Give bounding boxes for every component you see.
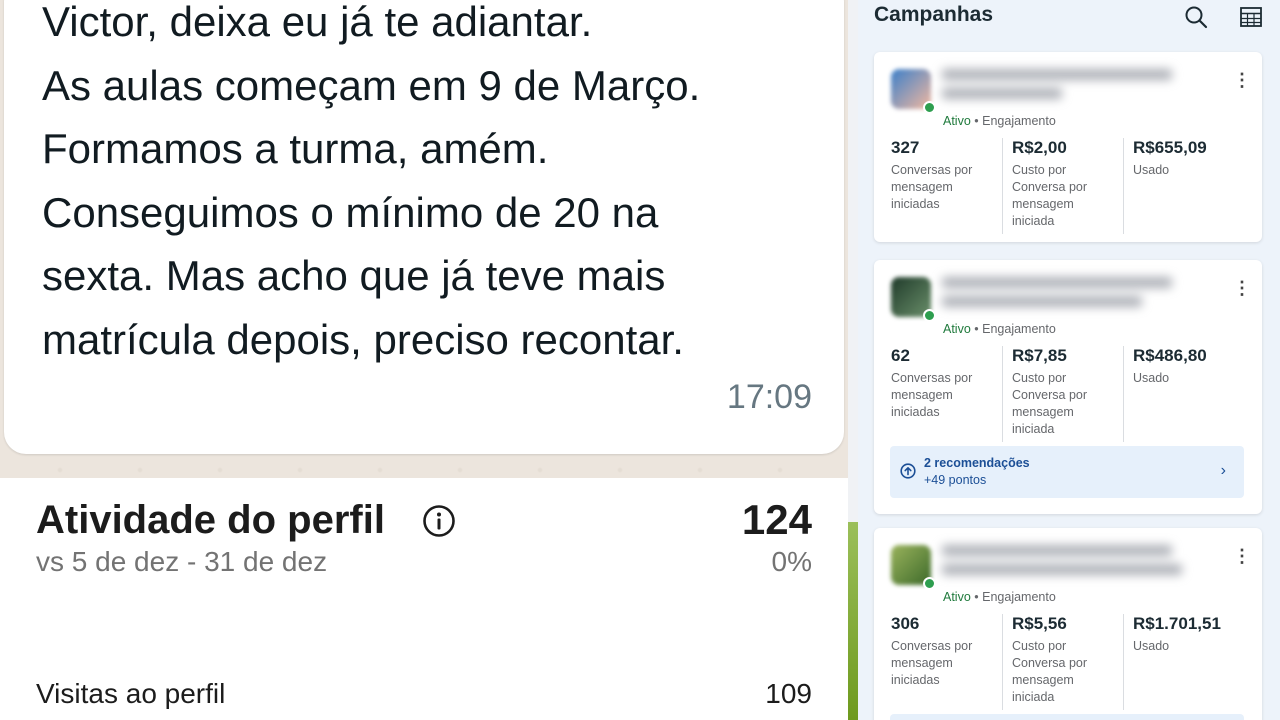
metric-conversations: 327 Conversas por mensagem iniciadas [891,138,1003,234]
status-dot [923,309,936,322]
campaign-name-redacted [942,69,1182,109]
message-line: Formamos a turma, amém. [42,125,549,172]
metric-label: Conversas por mensagem iniciadas [891,639,973,687]
profile-visits-value: 109 [765,678,812,709]
metric-value: 62 [891,346,910,365]
metric-cost-per-conversation: R$5,56 Custo por Conversa por mensagem i… [1002,614,1115,710]
message-line: sexta. Mas acho que já teve mais [42,252,666,299]
campaigns-panel: Campanhas ⋮ Ativo • Engajamento 327 Conv… [858,0,1280,720]
divider-strip [848,0,858,720]
metric-value: 306 [891,614,920,633]
campaign-objective: Engajamento [982,114,1056,128]
campaigns-title: Campanhas [874,3,994,26]
chat-area: Victor, deixa eu já te adiantar. As aula… [0,0,848,478]
message-text: Victor, deixa eu já te adiantar. As aula… [42,0,842,371]
campaign-name-redacted [942,545,1182,585]
message-line: As aulas começam em 9 de Março. [42,61,701,109]
message-timestamp: 17:09 [726,378,812,416]
metric-value: R$486,80 [1133,346,1207,365]
campaign-card[interactable]: ⋮ Ativo • Engajamento 306 Conversas por … [874,528,1262,720]
status-dot [923,577,936,590]
profile-activity: Atividade do perfil 124 vs 5 de dez - 31… [0,478,848,720]
status-active: Ativo [943,590,971,604]
metric-value: 327 [891,138,920,157]
decorative-edge [848,522,858,720]
more-options-icon[interactable]: ⋮ [1232,70,1252,90]
campaign-status: Ativo • Engajamento [943,590,1056,604]
activity-total: 124 [741,496,812,543]
activity-title: Atividade do perfil [36,498,385,542]
more-options-icon[interactable]: ⋮ [1232,546,1252,566]
campaign-status: Ativo • Engajamento [943,114,1056,128]
metric-label: Usado [1133,371,1170,385]
metric-spent: R$486,80 Usado [1123,346,1236,442]
recommendations-title: 2 recomendações [924,456,1030,470]
campaign-name-redacted [942,277,1182,317]
activity-change: 0% [771,546,812,577]
metric-label: Conversas por mensagem iniciadas [891,163,973,211]
metric-cost-per-conversation: R$7,85 Custo por Conversa por mensagem i… [1002,346,1115,442]
metric-value: R$7,85 [1012,346,1067,365]
metric-label: Usado [1133,639,1170,653]
campaign-status: Ativo • Engajamento [943,322,1056,336]
campaign-metrics: 306 Conversas por mensagem iniciadas R$5… [874,614,1262,710]
more-options-icon[interactable]: ⋮ [1232,278,1252,298]
metric-label: Custo por Conversa por mensagem iniciada [1012,639,1088,704]
metric-value: R$1.701,51 [1133,614,1221,633]
table-icon[interactable] [1240,6,1262,28]
metric-cost-per-conversation: R$2,00 Custo por Conversa por mensagem i… [1002,138,1124,234]
campaign-objective: Engajamento [982,590,1056,604]
search-icon[interactable] [1184,5,1208,29]
campaign-metrics: 327 Conversas por mensagem iniciadas R$2… [874,138,1262,234]
profile-visits-label: Visitas ao perfil [36,678,226,709]
status-active: Ativo [943,114,971,128]
campaign-metrics: 62 Conversas por mensagem iniciadas R$7,… [874,346,1262,442]
recommendations-banner[interactable] [890,714,1244,720]
info-icon[interactable] [422,504,456,538]
message-line: matrícula depois, preciso recontar. [42,315,684,363]
message-bubble[interactable]: Victor, deixa eu já te adiantar. As aula… [4,0,844,454]
campaign-card[interactable]: ⋮ Ativo • Engajamento 62 Conversas por m… [874,260,1262,514]
status-active: Ativo [943,322,971,336]
metric-label: Custo por Conversa por mensagem iniciada [1012,371,1088,436]
status-dot [923,101,936,114]
metric-label: Usado [1133,163,1170,177]
message-line: Conseguimos o mínimo de 20 na [42,188,659,236]
metric-value: R$2,00 [1012,138,1067,157]
recommendations-banner[interactable]: 2 recomendações +49 pontos › [890,446,1244,498]
metric-spent: R$655,09 Usado [1123,138,1236,234]
arrow-up-circle-icon [900,463,916,479]
metric-spent: R$1.701,51 Usado [1123,614,1236,710]
activity-date-range: vs 5 de dez - 31 de dez [36,546,328,577]
metric-value: R$5,56 [1012,614,1067,633]
metric-conversations: 306 Conversas por mensagem iniciadas [891,614,1003,710]
campaign-objective: Engajamento [982,322,1056,336]
campaign-card[interactable]: ⋮ Ativo • Engajamento 327 Conversas por … [874,52,1262,242]
metric-value: R$655,09 [1133,138,1207,157]
message-line: Victor, deixa eu já te adiantar. [42,0,593,45]
chevron-right-icon: › [1220,462,1226,479]
metric-label: Custo por Conversa por mensagem iniciada [1012,163,1088,228]
metric-label: Conversas por mensagem iniciadas [891,371,973,419]
metric-conversations: 62 Conversas por mensagem iniciadas [891,346,1003,442]
campaigns-header: Campanhas [858,0,1280,50]
recommendations-points: +49 pontos [924,473,987,487]
